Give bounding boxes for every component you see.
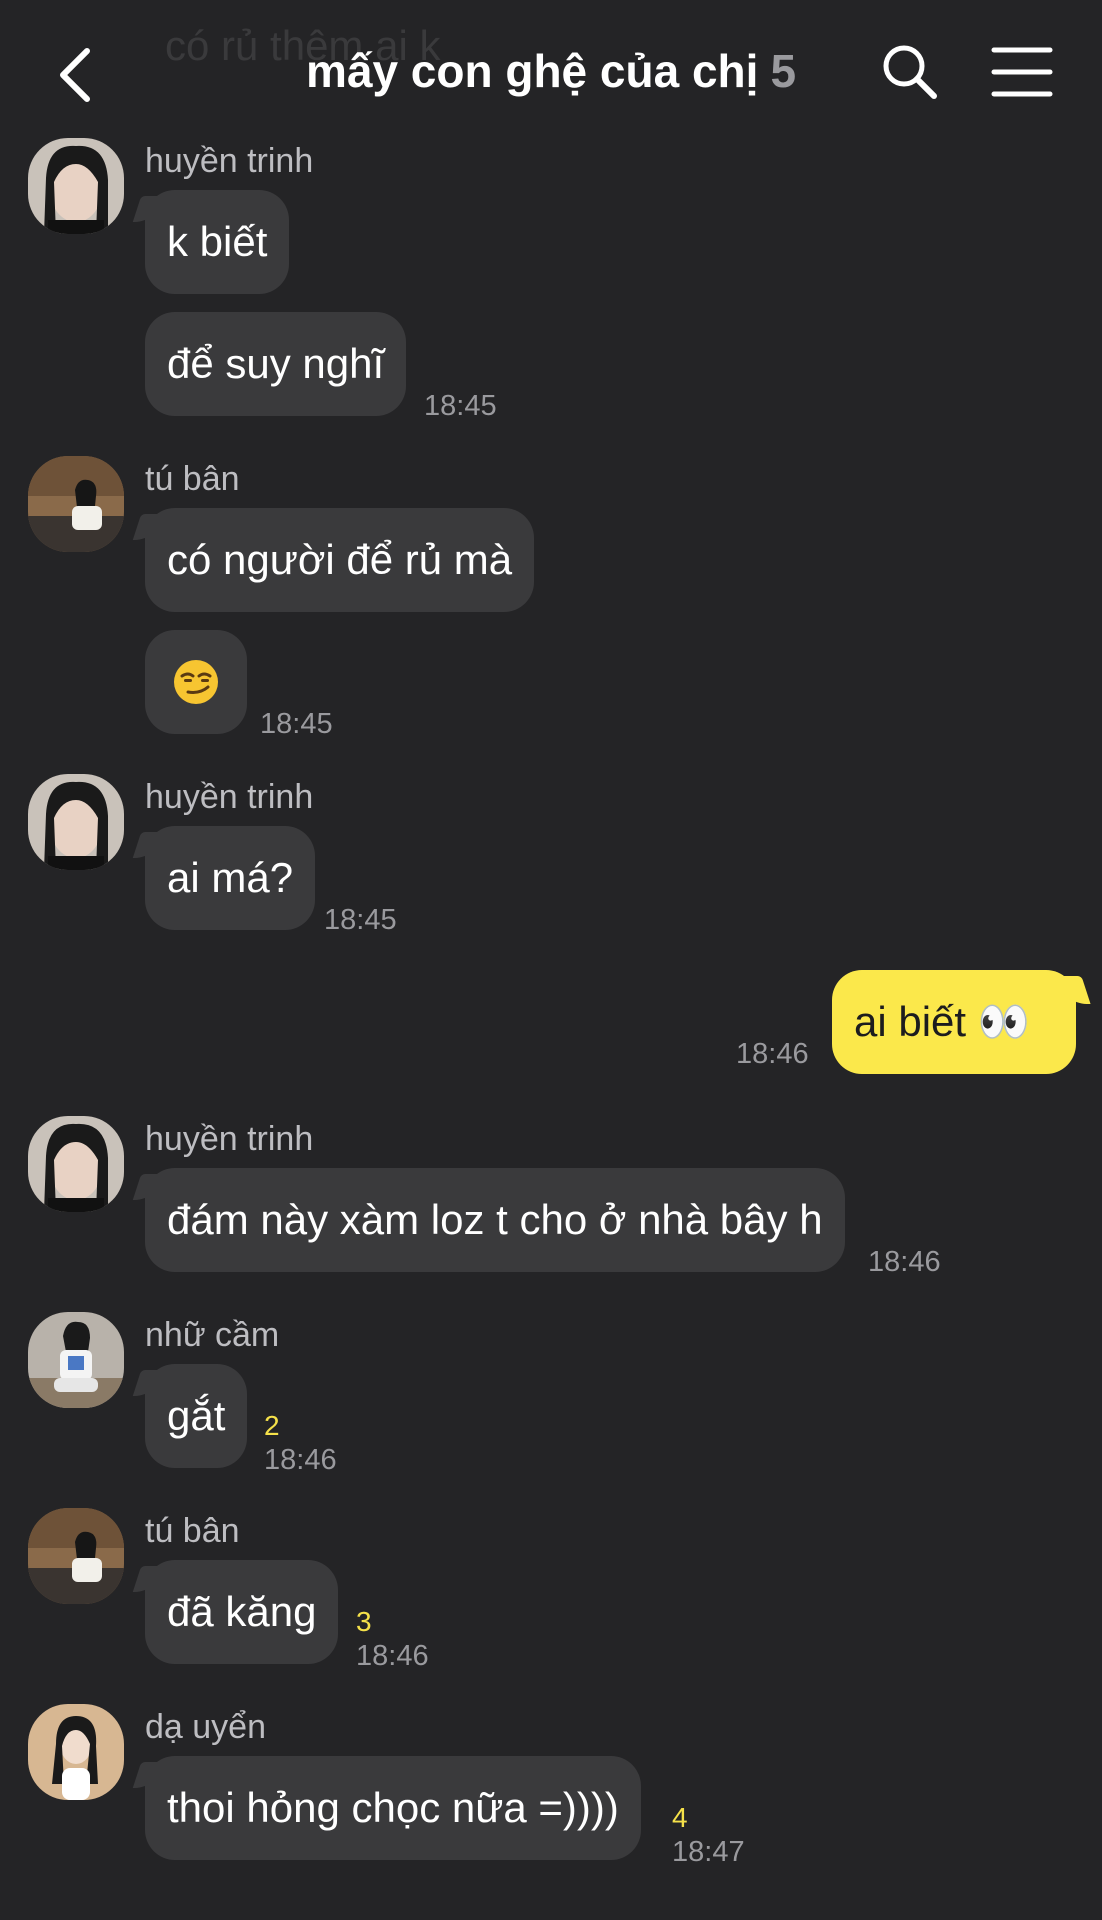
- avatar[interactable]: [28, 456, 124, 552]
- avatar[interactable]: [28, 774, 124, 870]
- message-time: 18:46: [356, 1640, 429, 1672]
- message-time: 18:45: [324, 904, 397, 936]
- unread-count: 4: [672, 1802, 688, 1833]
- my-message-bubble[interactable]: ai biết 👀: [832, 970, 1091, 1074]
- member-count: 5: [770, 45, 797, 97]
- profile-photo: [28, 1508, 124, 1604]
- profile-photo: [28, 1116, 124, 1212]
- hamburger-menu-icon: [991, 47, 1053, 97]
- message-bubble[interactable]: gắt: [145, 1364, 248, 1468]
- message-time: 18:46: [736, 1038, 809, 1070]
- avatar[interactable]: [28, 1704, 124, 1800]
- message-bubble[interactable]: để suy nghĩ: [145, 312, 407, 416]
- sender-name: huyền trinh: [145, 1120, 314, 1158]
- message-bubble[interactable]: có người để rủ mà: [145, 508, 535, 612]
- message-time: 18:46: [264, 1444, 337, 1476]
- profile-photo: [28, 774, 124, 870]
- sender-name: nhữ cầm: [145, 1316, 280, 1354]
- message-bubble[interactable]: ai má?: [145, 826, 316, 930]
- profile-photo: [28, 456, 124, 552]
- message-bubble[interactable]: đã kăng: [145, 1560, 339, 1664]
- chat-title-text: mấy con ghệ của chị: [305, 45, 759, 97]
- avatar[interactable]: [28, 1116, 124, 1212]
- message-time: 18:46: [868, 1246, 941, 1278]
- sender-name: dạ uyển: [145, 1708, 266, 1746]
- bubble-tail: [1053, 976, 1091, 1004]
- message-bubble[interactable]: thoi hỏng chọc nữa =)))): [145, 1756, 641, 1860]
- search-button[interactable]: [878, 40, 942, 104]
- smirking-face-icon: [174, 660, 218, 704]
- message-text: ai biết 👀: [854, 997, 1031, 1045]
- message-bubble[interactable]: k biết: [145, 190, 290, 294]
- message-bubble[interactable]: đám này xàm loz t cho ở nhà bây h: [145, 1168, 845, 1272]
- unread-count: 3: [356, 1606, 372, 1637]
- menu-button[interactable]: [990, 44, 1054, 100]
- profile-photo: [28, 138, 124, 234]
- message-time: 18:45: [260, 708, 333, 740]
- profile-photo: [28, 1312, 124, 1408]
- avatar[interactable]: [28, 1312, 124, 1408]
- sender-name: tú bân: [145, 460, 240, 498]
- unread-count: 2: [264, 1410, 280, 1441]
- avatar[interactable]: [28, 138, 124, 234]
- search-icon: [883, 45, 937, 99]
- sender-name: huyền trinh: [145, 778, 314, 816]
- sender-name: tú bân: [145, 1512, 240, 1550]
- profile-photo: [28, 1704, 124, 1800]
- message-time: 18:47: [672, 1836, 745, 1868]
- avatar[interactable]: [28, 1508, 124, 1604]
- emoji-bubble[interactable]: [145, 630, 247, 734]
- sender-name: huyền trinh: [145, 142, 314, 180]
- chat-header: có rủ thêm ai k mấy con ghệ của chị 5: [0, 0, 1102, 150]
- message-time: 18:45: [424, 390, 497, 422]
